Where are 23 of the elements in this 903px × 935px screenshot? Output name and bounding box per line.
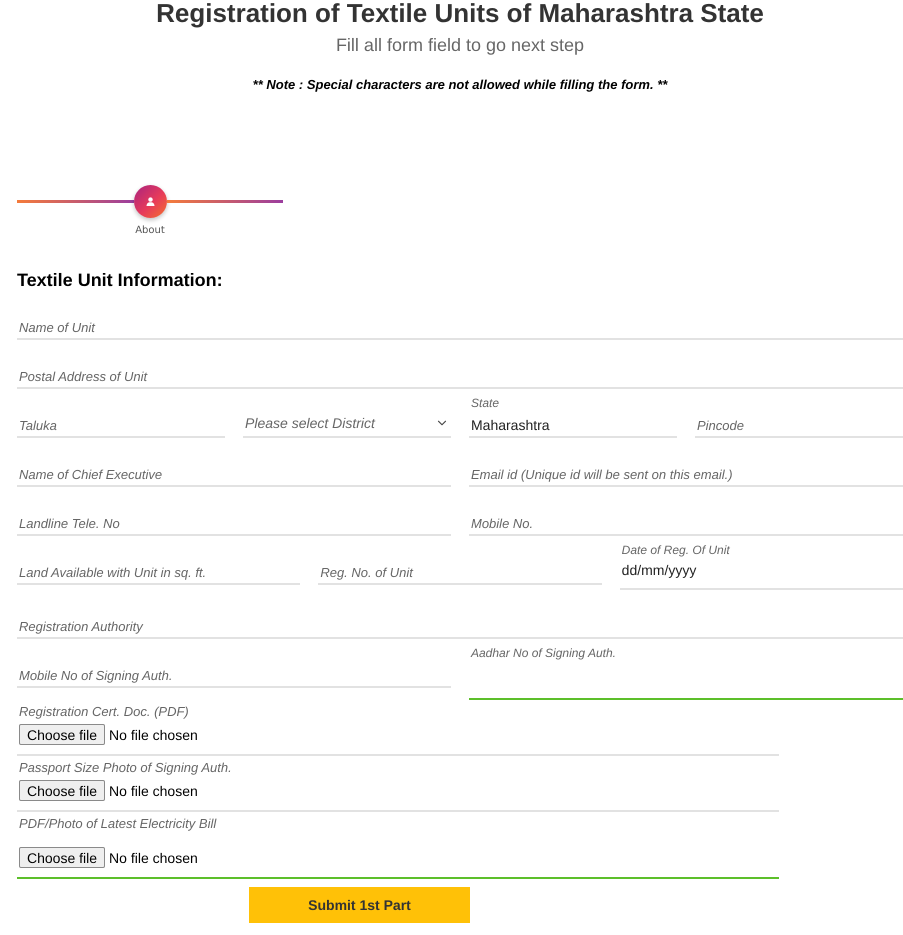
submit-button[interactable]: Submit 1st Part xyxy=(249,887,470,923)
input-field[interactable]: Maharashtra xyxy=(469,410,677,438)
upload-label: PDF/Photo of Latest Electricity Bill xyxy=(18,816,218,831)
note-text: ** Note : Special characters are not allowed while filling the form. ** xyxy=(252,76,669,93)
step-button[interactable] xyxy=(134,185,166,218)
date-field[interactable]: dd/mm/yyyy xyxy=(620,557,903,590)
choose-file-button[interactable]: Choose file xyxy=(19,847,106,868)
choose-file-button[interactable]: Choose file xyxy=(19,724,106,745)
step-label: About xyxy=(135,224,165,237)
dropdown-field[interactable]: Please select District xyxy=(243,410,451,438)
choose-file-button[interactable]: Choose file xyxy=(19,780,106,801)
file-status-text: No file chosen xyxy=(109,850,198,866)
page-title: Registration of Textile Units of Maharashtra State xyxy=(155,0,765,26)
field-label: State xyxy=(470,396,500,410)
file-status-text: No file chosen xyxy=(109,726,198,742)
upload-label: Registration Cert. Doc. (PDF) xyxy=(18,704,190,719)
field-label: Aadhar No of Signing Auth. xyxy=(470,646,616,660)
section-title: Textile Unit Information: xyxy=(17,269,224,291)
file-status-text: No file chosen xyxy=(109,782,198,798)
page-subtitle: Fill all form field to go next step xyxy=(334,34,586,56)
user-icon xyxy=(146,197,154,206)
field-label: Date of Reg. Of Unit xyxy=(620,543,730,557)
upload-label: Passport Size Photo of Signing Auth. xyxy=(18,760,233,775)
